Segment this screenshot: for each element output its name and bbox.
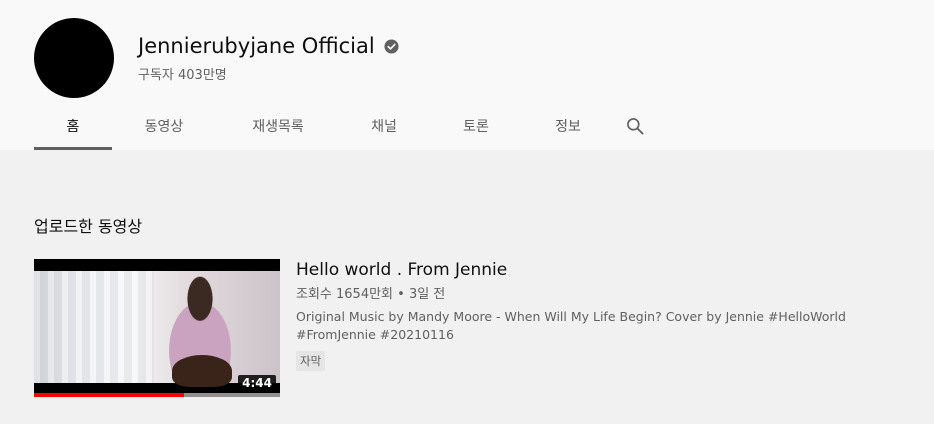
thumbnail-dog — [172, 355, 232, 387]
search-icon — [627, 118, 644, 135]
tab-videos[interactable]: 동영상 — [112, 102, 216, 150]
channel-header: Jennierubyjane Official 구독자 403만명 홈 동영상 … — [0, 0, 934, 150]
channel-search-button[interactable] — [612, 102, 658, 150]
watch-progress-fill — [34, 393, 185, 397]
section-title: 업로드한 동영상 — [34, 217, 143, 236]
video-duration: 4:44 — [238, 375, 276, 391]
tab-about[interactable]: 정보 — [524, 102, 612, 150]
subscriber-count: 구독자 403만명 — [138, 68, 227, 83]
tab-discussion[interactable]: 토론 — [428, 102, 524, 150]
video-thumbnail[interactable]: 4:44 — [34, 259, 280, 397]
thumbnail-curtain — [34, 271, 154, 383]
channel-tabs: 홈 동영상 재생목록 채널 토론 정보 — [34, 102, 658, 150]
video-title[interactable]: Hello world . From Jennie — [296, 260, 507, 280]
caption-badge: 자막 — [296, 351, 326, 371]
channel-avatar[interactable] — [34, 18, 114, 98]
channel-title-row: Jennierubyjane Official — [138, 34, 399, 58]
tab-playlists[interactable]: 재생목록 — [216, 102, 340, 150]
watch-progress-bar — [34, 393, 280, 397]
video-meta: 조회수 1654만회 • 3일 전 — [296, 287, 446, 302]
tab-channels[interactable]: 채널 — [340, 102, 428, 150]
video-description: Original Music by Mandy Moore - When Wil… — [296, 309, 846, 342]
channel-name[interactable]: Jennierubyjane Official — [138, 34, 375, 58]
tab-home[interactable]: 홈 — [34, 102, 112, 150]
verified-check-icon — [384, 38, 399, 54]
